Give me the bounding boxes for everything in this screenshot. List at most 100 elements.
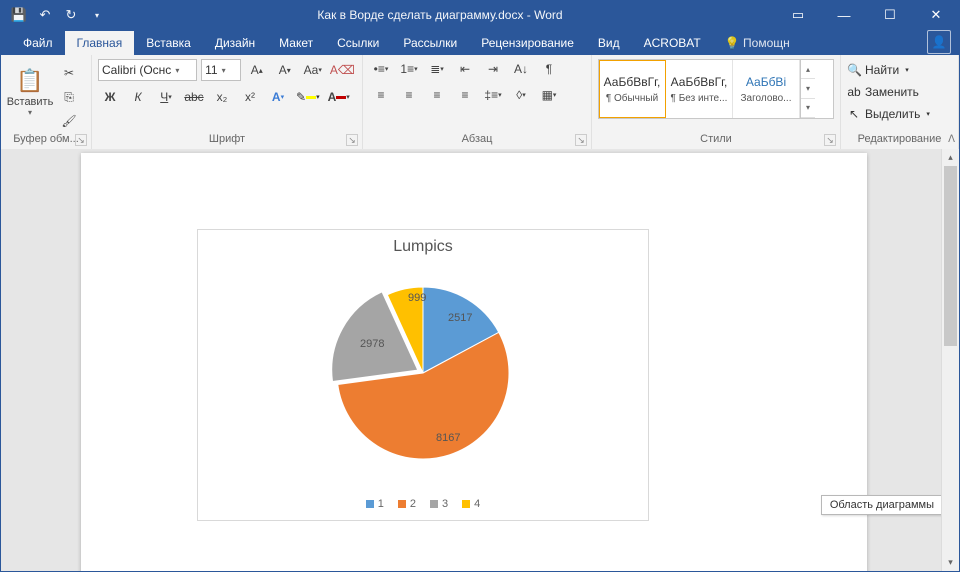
tab-file[interactable]: Файл [11,31,65,55]
legend-swatch-4 [462,500,470,508]
style-normal[interactable]: АаБбВвГг,¶ Обычный [599,60,666,118]
tab-design[interactable]: Дизайн [203,31,267,55]
paragraph-launcher-icon[interactable]: ↘ [575,134,587,146]
align-center-icon[interactable]: ≡ [397,85,421,105]
group-paragraph: •≡▾ 1≡▾ ≣▾ ⇤ ⇥ A↓ ¶ ≡ ≡ ≡ ≡ ‡≡▾ ◊▾ ▦▾ [363,55,592,149]
undo-icon[interactable]: ↶ [37,7,53,23]
font-size-combo[interactable]: 11▾ [201,59,241,81]
document-title: Как в Ворде сделать диаграмму.docx - Wor… [105,8,775,22]
strike-icon[interactable]: abc [182,87,206,107]
chart-legend[interactable]: 1 2 3 4 [198,498,648,510]
share-icon[interactable]: 👤 [927,30,951,54]
tab-home[interactable]: Главная [65,31,135,55]
font-name-combo[interactable]: Calibri (Оснс▾ [98,59,197,81]
show-marks-icon[interactable]: ¶ [537,59,561,79]
font-name-value: Calibri (Оснс [102,63,171,77]
shrink-font-icon[interactable]: A▾ [273,60,297,80]
bold-icon[interactable]: Ж [98,87,122,107]
superscript-icon[interactable]: x² [238,87,262,107]
paste-button[interactable]: 📋 Вставить ▾ [7,59,53,125]
grow-font-icon[interactable]: A▴ [245,60,269,80]
replace-button[interactable]: abЗаменить [847,81,952,103]
tab-layout[interactable]: Макет [267,31,325,55]
sort-icon[interactable]: A↓ [509,59,533,79]
align-left-icon[interactable]: ≡ [369,85,393,105]
save-icon[interactable]: 💾 [11,7,27,23]
redo-icon[interactable]: ↻ [63,7,79,23]
legend-swatch-2 [398,500,406,508]
legend-swatch-1 [366,500,374,508]
tab-acrobat[interactable]: ACROBAT [632,31,713,55]
scroll-up-icon[interactable]: ▴ [942,149,959,166]
shading-icon[interactable]: ◊▾ [509,85,533,105]
highlight-icon[interactable]: ✎▾ [294,87,322,107]
scroll-thumb[interactable] [944,166,957,346]
styles-gallery[interactable]: АаБбВвГг,¶ Обычный АаБбВвГг,¶ Без инте..… [598,59,834,119]
find-button[interactable]: 🔍Найти▾ [847,59,952,81]
group-font-title: Шрифт [98,133,356,147]
tab-references[interactable]: Ссылки [325,31,391,55]
data-label-3: 2978 [360,338,384,350]
group-editing-title: Редактирование [847,133,952,147]
clear-format-icon[interactable]: A⌫ [329,60,356,80]
font-size-value: 11 [205,63,217,77]
vertical-scrollbar[interactable]: ▴ ▾ [941,149,959,571]
format-painter-icon[interactable]: 🖌 [57,111,81,131]
ribbon-tabs: Файл Главная Вставка Дизайн Макет Ссылки… [1,29,959,55]
tab-view[interactable]: Вид [586,31,632,55]
group-styles-title: Стили [598,133,834,147]
align-right-icon[interactable]: ≡ [425,85,449,105]
scroll-down-icon[interactable]: ▾ [942,554,959,571]
borders-icon[interactable]: ▦▾ [537,85,561,105]
change-case-icon[interactable]: Aa▾ [301,60,325,80]
style-nospacing[interactable]: АаБбВвГг,¶ Без инте... [666,60,733,118]
page[interactable]: Lumpics 2517 8167 2978 999 1 2 3 4 📋 (Ct… [81,153,867,571]
ribbon: 📋 Вставить ▾ ✂ ⎘ 🖌 Буфер обм... ↘ Calibr… [1,55,959,150]
group-editing: 🔍Найти▾ abЗаменить ↖Выделить▾ Редактиров… [841,55,959,149]
style-heading1[interactable]: АаБбВіЗаголово... [733,60,800,118]
group-font: Calibri (Оснс▾ 11▾ A▴ A▾ Aa▾ A⌫ Ж К Ч▾ a… [92,55,363,149]
tab-mailings[interactable]: Рассылки [391,31,469,55]
increase-indent-icon[interactable]: ⇥ [481,59,505,79]
numbering-icon[interactable]: 1≡▾ [397,59,421,79]
font-color-icon[interactable]: A▾ [326,87,352,107]
copy-icon[interactable]: ⎘ [57,87,81,107]
justify-icon[interactable]: ≡ [453,85,477,105]
tab-tellme[interactable]: 💡 Помощн [713,31,802,55]
multilevel-icon[interactable]: ≣▾ [425,59,449,79]
collapse-ribbon-icon[interactable]: ᐱ [948,134,955,145]
tab-review[interactable]: Рецензирование [469,31,586,55]
find-icon: 🔍 [847,63,861,77]
close-icon[interactable]: ✕ [913,1,959,29]
underline-icon[interactable]: Ч▾ [154,87,178,107]
styles-launcher-icon[interactable]: ↘ [824,134,836,146]
clipboard-launcher-icon[interactable]: ↘ [75,134,87,146]
minimize-icon[interactable]: — [821,1,867,29]
bullets-icon[interactable]: •≡▾ [369,59,393,79]
data-label-2: 8167 [436,432,460,444]
italic-icon[interactable]: К [126,87,150,107]
clipboard-icon: 📋 [16,68,43,94]
line-spacing-icon[interactable]: ‡≡▾ [481,85,505,105]
ribbon-display-icon[interactable]: ▭ [775,1,821,29]
chart-title[interactable]: Lumpics [198,230,648,256]
text-effects-icon[interactable]: A▾ [266,87,290,107]
paste-label: Вставить [7,96,54,108]
cut-icon[interactable]: ✂ [57,63,81,83]
title-bar: 💾 ↶ ↻ ▾ Как в Ворде сделать диаграмму.do… [1,1,959,29]
maximize-icon[interactable]: ☐ [867,1,913,29]
styles-more-icon[interactable]: ▴▾▾ [800,60,815,118]
legend-swatch-3 [430,500,438,508]
tellme-label: Помощн [743,36,790,50]
decrease-indent-icon[interactable]: ⇤ [453,59,477,79]
select-icon: ↖ [847,107,861,121]
select-button[interactable]: ↖Выделить▾ [847,103,952,125]
replace-icon: ab [847,85,861,99]
data-label-4: 999 [408,292,426,304]
subscript-icon[interactable]: x₂ [210,87,234,107]
tab-insert[interactable]: Вставка [134,31,203,55]
pie-chart[interactable] [332,282,514,464]
qat-dropdown-icon[interactable]: ▾ [89,7,105,23]
font-launcher-icon[interactable]: ↘ [346,134,358,146]
chart-area[interactable]: Lumpics 2517 8167 2978 999 1 2 3 4 [197,229,649,521]
